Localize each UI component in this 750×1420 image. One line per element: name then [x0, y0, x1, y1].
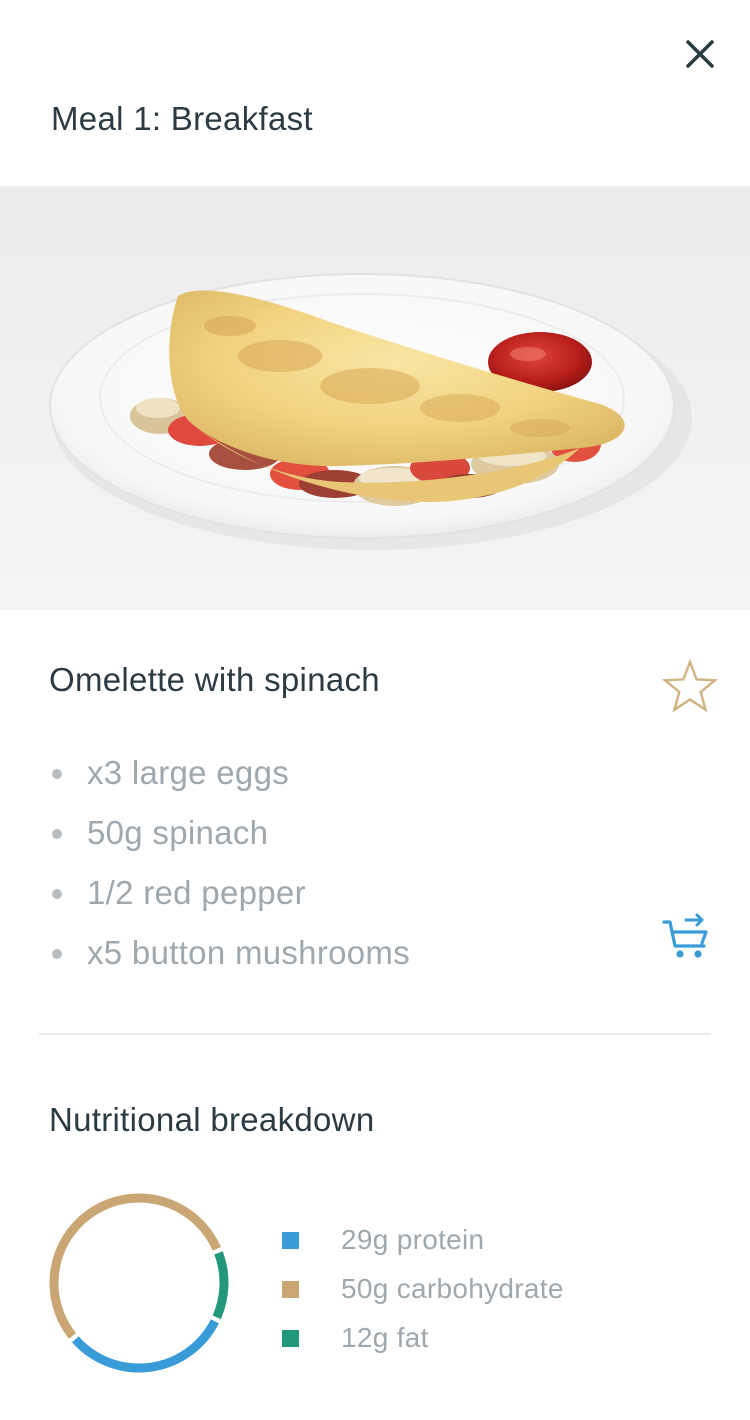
legend-swatch — [282, 1232, 299, 1249]
legend-item-fat: 12g fat — [282, 1314, 564, 1363]
bullet — [52, 889, 62, 899]
legend-swatch — [282, 1281, 299, 1298]
ingredient-item: 50g spinach — [49, 808, 410, 868]
page-title: Meal 1: Breakfast — [51, 100, 313, 137]
star-outline-icon — [661, 658, 719, 713]
legend-swatch — [282, 1330, 299, 1347]
add-to-shopping-list-button[interactable] — [660, 910, 714, 964]
ingredient-list: x3 large eggs 50g spinach 1/2 red pepper… — [49, 748, 410, 988]
bullet — [52, 949, 62, 959]
nutrition-donut-chart — [49, 1193, 229, 1373]
bullet — [52, 829, 62, 839]
ingredient-label: 1/2 red pepper — [87, 874, 306, 911]
favorite-button[interactable] — [660, 658, 720, 718]
nutrition-legend: 29g protein 50g carbohydrate 12g fat — [282, 1216, 564, 1363]
meal-photo — [0, 186, 750, 610]
close-button[interactable] — [680, 34, 720, 74]
ingredient-label: 50g spinach — [87, 814, 269, 851]
legend-label: 12g fat — [341, 1322, 429, 1353]
legend-item-protein: 29g protein — [282, 1216, 564, 1265]
ingredient-item: x5 button mushrooms — [49, 928, 410, 988]
ingredient-item: 1/2 red pepper — [49, 868, 410, 928]
ingredient-label: x3 large eggs — [87, 754, 290, 791]
legend-label: 29g protein — [341, 1224, 485, 1255]
cart-arrow-icon — [662, 913, 708, 958]
donut-segment-carbohydrate — [49, 1193, 221, 1339]
ingredient-item: x3 large eggs — [49, 748, 410, 808]
close-icon — [686, 40, 714, 68]
recipe-title: Omelette with spinach — [49, 661, 380, 698]
legend-label: 50g carbohydrate — [341, 1273, 564, 1304]
donut-segment-protein — [71, 1319, 219, 1373]
legend-item-carbohydrate: 50g carbohydrate — [282, 1265, 564, 1314]
bullet — [52, 769, 62, 779]
nutrition-title: Nutritional breakdown — [49, 1101, 375, 1138]
donut-segment-fat — [212, 1251, 229, 1320]
section-divider — [39, 1033, 711, 1035]
ingredient-label: x5 button mushrooms — [87, 934, 411, 971]
